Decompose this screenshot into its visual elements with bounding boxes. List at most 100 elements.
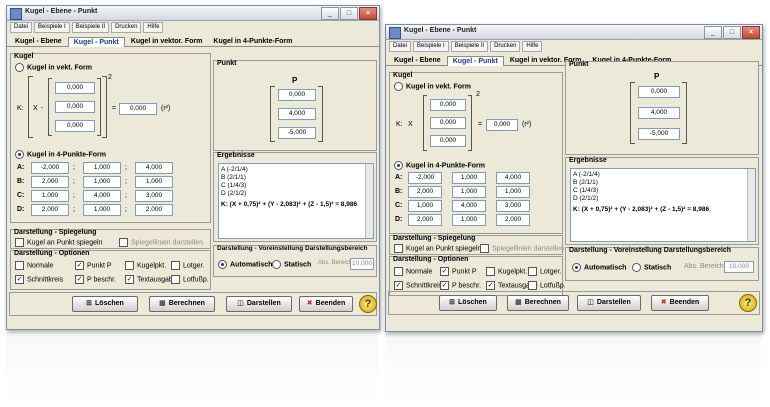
c-z-input[interactable]: 3,000 [135,190,173,202]
radio-vekt-indicator[interactable] [15,63,24,72]
back-berechnen-button[interactable]: ▦ Berechnen [507,295,569,311]
back-opt-box[interactable] [528,281,537,290]
back-opt-schnittkreis[interactable]: ✓ Schnittkreis [394,281,442,290]
radio-automatisch-indicator[interactable] [218,260,227,269]
tab-kugel-ebene[interactable]: Kugel - Ebene [10,37,67,46]
back-radius[interactable]: 0,000 [486,119,518,131]
opt-lotger[interactable]: Lotger. [171,261,204,270]
back-help-icon[interactable]: ? [739,294,757,312]
back-opt-box[interactable]: ✓ [440,281,449,290]
back-c-x[interactable]: 1,000 [408,200,442,212]
opt-p-beschr[interactable]: ✓ P beschr. [75,275,116,284]
back-radio-vekt[interactable]: Kugel in vekt. Form [394,82,471,91]
back-punkt-y[interactable]: 4,000 [638,107,680,119]
back-center-z[interactable]: 0,000 [430,135,466,147]
back-punkt-z[interactable]: -5,000 [638,128,680,140]
back-opt-lotfussp[interactable]: Lotfußp. [528,281,566,290]
back-check-spiegeln[interactable]: Kugel an Punkt spiegeln [394,244,482,253]
back-b-x[interactable]: 2,000 [408,186,442,198]
radius-input[interactable]: 0,000 [119,103,157,115]
opt-textausgabe-box[interactable]: ✓ [125,275,134,284]
back-opt-box[interactable]: ✓ [440,267,449,276]
b-x-input[interactable]: 2,000 [31,176,69,188]
punkt-y-input[interactable]: 4,000 [278,108,316,120]
punkt-z-input[interactable]: -5,000 [278,127,316,139]
back-menu-beispiele-1[interactable]: Beispiele I [413,41,449,52]
radio-4punkte-form[interactable]: Kugel in 4-Punkte-Form [15,150,106,159]
center-x-input[interactable]: 0,000 [55,82,95,94]
opt-normale-box[interactable] [15,261,24,270]
back-check-spiegeln-box[interactable] [394,244,403,253]
back-beenden-button[interactable]: ✖ Beenden [651,295,709,311]
back-opt-lotger[interactable]: Lotger. [528,267,561,276]
back-opt-punkt-p[interactable]: ✓ Punkt P [440,267,477,276]
back-abs-input[interactable]: 10,000 [724,261,754,273]
back-menu-drucken[interactable]: Drucken [490,41,521,52]
back-check-spiegellinien[interactable]: Spiegellinien darstellen [480,244,564,253]
back-a-z[interactable]: 4,000 [496,172,530,184]
menu-beispiele-2[interactable]: Beispiele II [71,22,110,33]
punkt-x-input[interactable]: 0,000 [278,89,316,101]
darstellen-button[interactable]: ◫ Darstellen [226,296,292,312]
back-minimize-button[interactable]: _ [704,26,722,39]
radio-statisch[interactable]: Statisch [272,260,311,269]
back-d-y[interactable]: 1,000 [452,214,486,226]
d-y-input[interactable]: 1,000 [83,204,121,216]
berechnen-button[interactable]: ▦ Berechnen [149,296,215,312]
opt-kugelpkt-box[interactable] [125,261,134,270]
close-button[interactable]: × [359,7,377,20]
back-c-z[interactable]: 3,000 [496,200,530,212]
back-center-y[interactable]: 0,000 [430,117,466,129]
radio-vekt-form[interactable]: Kugel in vekt. Form [15,63,92,72]
tab-kugel-4punkte[interactable]: Kugel in 4-Punkte-Form [208,37,297,46]
beenden-button[interactable]: ✖ Beenden [299,296,353,312]
a-x-input[interactable]: -2,000 [31,162,69,174]
check-spiegellinien[interactable]: Spiegellinien darstellen [119,238,203,247]
check-kugel-spiegeln-box[interactable] [15,238,24,247]
back-radio-statisch[interactable]: Statisch [632,263,671,272]
maximize-button[interactable]: □ [340,7,358,20]
a-z-input[interactable]: 4,000 [135,162,173,174]
help-icon[interactable]: ? [359,295,377,313]
b-z-input[interactable]: 1,000 [135,176,173,188]
tab-kugel-vektor[interactable]: Kugel in vektor. Form [126,37,208,46]
back-radio-stat-indicator[interactable] [632,263,641,272]
back-tab-kugel-ebene[interactable]: Kugel - Ebene [389,56,446,65]
radio-automatisch[interactable]: Automatisch [218,260,272,269]
opt-schnittkreis[interactable]: ✓ Schnittkreis [15,275,63,284]
back-close-button[interactable]: × [742,26,760,39]
back-check-spiegellinien-box[interactable] [480,244,489,253]
opt-normale[interactable]: Normale [15,261,53,270]
c-x-input[interactable]: 1,000 [31,190,69,202]
check-kugel-spiegeln[interactable]: Kugel an Punkt spiegeln [15,238,103,247]
back-opt-kugelpkt[interactable]: Kugelpkt. [486,267,527,276]
minimize-button[interactable]: _ [321,7,339,20]
back-radio-4p-indicator[interactable] [394,161,403,170]
opt-punkt-p-box[interactable]: ✓ [75,261,84,270]
back-results-scrollbar[interactable] [747,169,755,241]
center-z-input[interactable]: 0,000 [55,120,95,132]
back-maximize-button[interactable]: □ [723,26,741,39]
opt-schnittkreis-box[interactable]: ✓ [15,275,24,284]
back-darstellen-button[interactable]: ◫ Darstellen [577,295,641,311]
opt-lotfussp-box[interactable] [171,275,180,284]
back-c-y[interactable]: 4,000 [452,200,486,212]
radio-4punkte-indicator[interactable] [15,150,24,159]
opt-p-beschr-box[interactable]: ✓ [75,275,84,284]
back-b-z[interactable]: 1,000 [496,186,530,198]
opt-lotger-box[interactable] [171,261,180,270]
menu-drucken[interactable]: Drucken [111,22,142,33]
back-opt-box[interactable] [486,267,495,276]
abs-bereich-input[interactable]: 10,000 [350,258,374,270]
back-radio-auto-indicator[interactable] [572,263,581,272]
menu-datei[interactable]: Datei [10,22,33,33]
back-opt-box[interactable]: ✓ [486,281,495,290]
tab-kugel-punkt[interactable]: Kugel - Punkt [67,37,125,47]
opt-textausgabe[interactable]: ✓ Textausgabe [125,275,177,284]
back-d-x[interactable]: 2,000 [408,214,442,226]
radio-statisch-indicator[interactable] [272,260,281,269]
back-opt-box[interactable]: ✓ [394,281,403,290]
back-loeschen-button[interactable]: ⊞ Löschen [439,295,497,311]
back-tab-kugel-punkt[interactable]: Kugel - Punkt [446,56,504,66]
back-opt-p-beschr[interactable]: ✓ P beschr. [440,281,481,290]
